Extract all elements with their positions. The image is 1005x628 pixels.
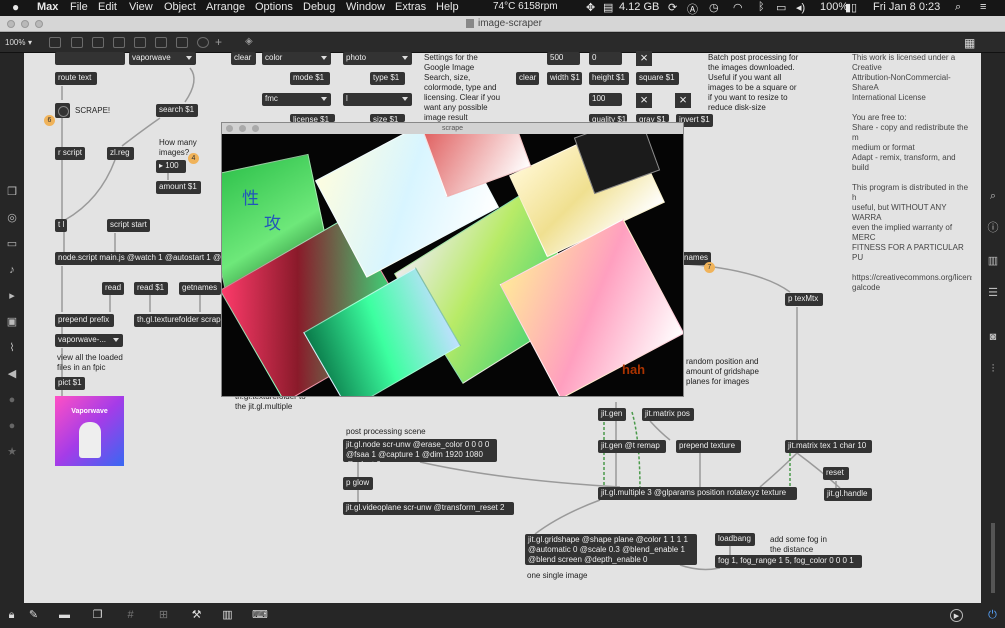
image-count-number-box[interactable]: ▸ 100 — [156, 160, 186, 173]
post-processing-comment: post processing scene — [346, 427, 426, 436]
keyboard-icon[interactable]: ⌨ — [252, 609, 268, 622]
windows-icon[interactable]: ❐ — [91, 609, 104, 622]
vaporwave-file-menu[interactable]: vaporwave-... — [55, 334, 123, 347]
prepend-texture-object[interactable]: prepend texture — [676, 440, 741, 453]
scrape-label: SCRAPE! — [75, 106, 111, 115]
square-message[interactable]: square $1 — [636, 72, 679, 85]
mode-message[interactable]: mode $1 — [290, 72, 330, 85]
jit-gen-object[interactable]: jit.gen — [598, 408, 626, 421]
route-text-object[interactable]: route text — [55, 72, 97, 85]
read-message[interactable]: read — [102, 282, 124, 295]
fog-comment: add some fog in the distance — [770, 535, 827, 554]
prepend-prefix-object[interactable]: prepend prefix — [55, 314, 114, 327]
height-message[interactable]: height $1 — [589, 72, 629, 85]
loadbang-object[interactable]: loadbang — [715, 533, 755, 546]
invert-toggle[interactable]: × — [675, 93, 691, 108]
snap-icon[interactable]: ⊞ — [157, 609, 170, 622]
texturefolder-object[interactable]: th.gl.texturefolder scrap — [134, 314, 224, 327]
jit-matrix-tex-object[interactable]: jit.matrix tex 1 char 10 — [785, 440, 872, 453]
getnames-message[interactable]: getnames — [179, 282, 221, 295]
width-number-box[interactable]: 500 — [547, 52, 580, 65]
jit-gl-handle-object[interactable]: jit.gl.handle — [824, 488, 872, 501]
fpic-thumbnail[interactable]: Vaporwave — [55, 396, 124, 466]
license-message[interactable]: license $1 — [290, 114, 335, 122]
scrape-close-button[interactable] — [226, 125, 233, 132]
image-count-value: 100 — [165, 161, 179, 170]
grid-toggle-icon[interactable]: # — [124, 609, 137, 622]
reset-message[interactable]: reset — [823, 467, 849, 480]
height-number-box[interactable]: 0 — [589, 52, 622, 65]
license-comment: This work is licensed under a Creative A… — [852, 53, 972, 292]
read-arg-message[interactable]: read $1 — [134, 282, 168, 295]
color-menu[interactable]: color — [262, 52, 331, 65]
quality-message[interactable]: quality $1 — [589, 114, 627, 122]
vaporwave-menu[interactable]: vaporwave — [129, 52, 196, 65]
p-texmtx-object[interactable]: p texMtx — [785, 293, 823, 306]
script-start-message[interactable]: script start — [107, 219, 150, 232]
amount-message[interactable]: amount $1 — [156, 181, 201, 194]
max-app-screen: ● Max File Edit View Object Arrange Opti… — [0, 0, 1005, 628]
thumbnail-title: Vaporwave — [71, 408, 108, 415]
wrench-icon[interactable]: ⚒ — [190, 609, 203, 622]
render-canvas[interactable]: 性 攻 hah — [222, 134, 683, 396]
step-badge-7: 7 — [704, 262, 715, 273]
random-comment: random position and amount of gridshape … — [686, 357, 759, 386]
overlay-text: hah — [622, 362, 646, 377]
settings-comment: Settings for the Google Image Search, si… — [424, 53, 501, 122]
scrape-render-window[interactable]: scrape 性 攻 hah — [221, 122, 684, 397]
quality-number-box[interactable]: 100 — [589, 93, 622, 106]
scrape-window-title: scrape — [441, 125, 463, 132]
size-message[interactable]: size $1 — [370, 114, 405, 122]
step-badge-4: 4 — [188, 153, 199, 164]
type-message[interactable]: type $1 — [370, 72, 405, 85]
kanji-overlay-2: 攻 — [264, 214, 281, 233]
r-script-object[interactable]: r script — [55, 147, 85, 160]
square-toggle[interactable]: × — [636, 51, 652, 66]
gray-toggle[interactable]: × — [636, 93, 652, 108]
jit-matrix-pos-object[interactable]: jit.matrix pos — [642, 408, 694, 421]
batch-comment: Batch post processing for the images dow… — [708, 53, 799, 112]
jit-gl-videoplane-object[interactable]: jit.gl.videoplane scr-unw @transform_res… — [343, 502, 514, 515]
presentation-icon[interactable]: ▬ — [58, 609, 71, 622]
license-menu[interactable]: l — [343, 93, 412, 106]
statue-bust-image — [79, 422, 101, 458]
jit-gl-gridshape-object[interactable]: jit.gl.gridshape @shape plane @color 1 1… — [525, 534, 697, 565]
zl-reg-object[interactable]: zl.reg — [107, 147, 134, 160]
fmc-menu[interactable]: fmc — [262, 93, 331, 106]
pict-message[interactable]: pict $1 — [55, 377, 85, 390]
clear-message[interactable]: clear — [231, 52, 256, 65]
trigger-object[interactable]: t l — [55, 219, 67, 232]
jit-gen-remap-object[interactable]: jit.gen @t remap — [598, 440, 666, 453]
power-icon[interactable]: ⏻ — [986, 609, 999, 622]
node-script-object[interactable]: node.script main.js @watch 1 @autostart … — [55, 252, 223, 265]
scrape-minimize-button[interactable] — [239, 125, 246, 132]
photo-menu[interactable]: photo — [343, 52, 412, 65]
one-single-image-comment: one single image — [527, 571, 588, 580]
jit-gl-node-object[interactable]: jit.gl.node scr-unw @erase_color 0 0 0 0… — [343, 439, 497, 462]
gray-message[interactable]: gray $1 — [636, 114, 669, 122]
scrape-window-titlebar[interactable]: scrape — [222, 123, 683, 134]
scrape-button[interactable] — [55, 103, 70, 118]
search-message[interactable]: search $1 — [156, 104, 198, 117]
lock-icon[interactable]: 🔒︎ — [5, 609, 18, 622]
clear-message-2[interactable]: clear — [516, 72, 539, 85]
edit-icon[interactable]: ✎ — [27, 609, 40, 622]
scrape-zoom-button[interactable] — [252, 125, 259, 132]
play-icon[interactable]: ▶ — [950, 609, 963, 622]
kanji-overlay: 性 — [242, 189, 259, 208]
fog-message[interactable]: fog 1, fog_range 1 5, fog_color 0 0 0 1 — [715, 555, 862, 568]
jit-gl-multiple-object[interactable]: jit.gl.multiple 3 @glparams position rot… — [598, 487, 797, 500]
step-badge-6: 6 — [44, 115, 55, 126]
p-glow-object[interactable]: p glow — [343, 477, 373, 490]
bottom-toolbar: 🔒︎ ✎ ▬ ❐ # ⊞ ⚒ ▥ ⌨ ▶ ⏻ — [0, 603, 1005, 628]
view-all-comment: view all the loaded files in an fpic — [57, 353, 123, 372]
width-message[interactable]: width $1 — [547, 72, 582, 85]
top-partial-object[interactable] — [55, 52, 125, 65]
piano-icon[interactable]: ▥ — [221, 609, 234, 622]
